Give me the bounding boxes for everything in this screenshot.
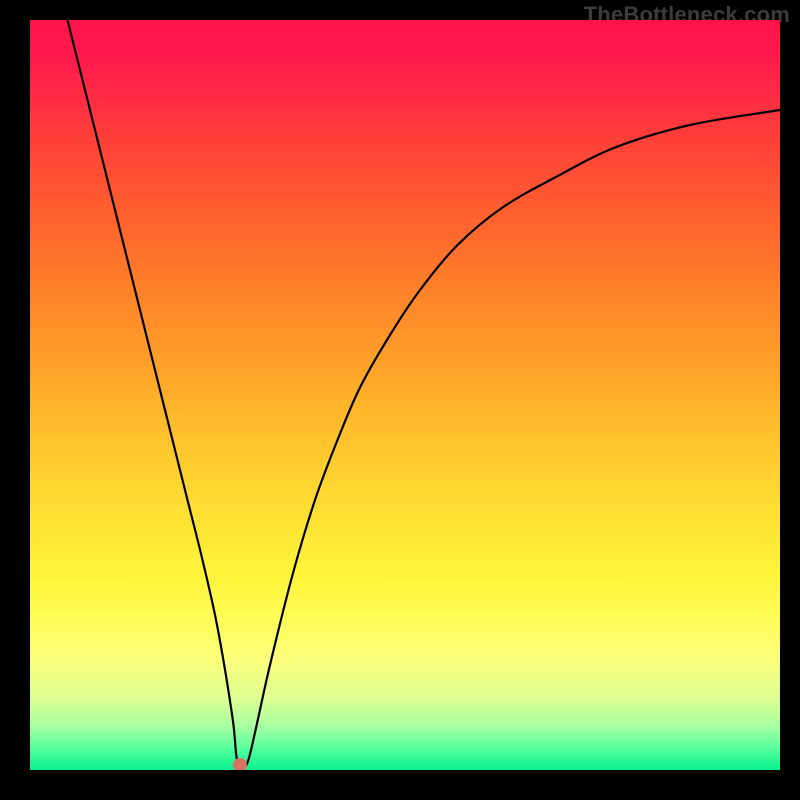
curve-svg xyxy=(30,20,780,770)
optimum-marker xyxy=(233,758,247,770)
bottleneck-chart: TheBottleneck.com xyxy=(0,0,800,800)
bottleneck-curve-path xyxy=(68,20,781,770)
plot-area xyxy=(30,20,780,770)
